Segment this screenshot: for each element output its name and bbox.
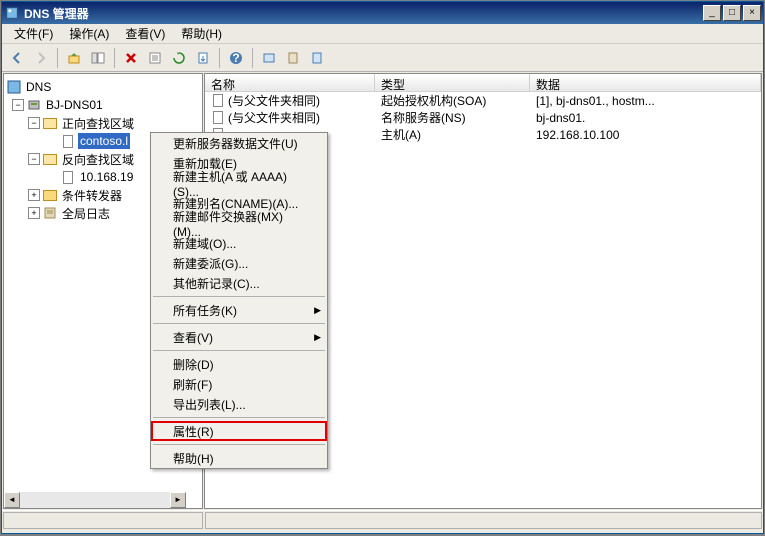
toolbar-separator <box>114 48 115 68</box>
tree-label: 条件转发器 <box>60 186 124 205</box>
ctx-delete[interactable]: 删除(D) <box>151 354 327 374</box>
status-panel-right <box>205 512 762 529</box>
statusbar <box>2 510 763 530</box>
ctx-all-tasks[interactable]: 所有任务(K) <box>151 300 327 320</box>
menu-file[interactable]: 文件(F) <box>6 23 61 44</box>
folder-icon <box>42 151 58 167</box>
minimize-button[interactable]: _ <box>703 5 721 21</box>
export-button[interactable] <box>192 47 214 69</box>
ctx-new-domain[interactable]: 新建域(O)... <box>151 233 327 253</box>
tree-label: 正向查找区域 <box>60 114 136 133</box>
folder-icon <box>42 187 58 203</box>
record-icon <box>211 111 225 125</box>
tree-label-selected: contoso.l <box>78 133 130 149</box>
expander-empty <box>46 171 58 183</box>
list-row[interactable]: (与父文件夹相同) 起始授权机构(SOA) [1], bj-dns01., ho… <box>205 92 761 109</box>
scroll-left-button[interactable]: ◄ <box>4 492 20 508</box>
tool-button-2[interactable] <box>306 47 328 69</box>
toolbar: ? <box>2 44 763 72</box>
toolbar-separator <box>57 48 58 68</box>
menubar: 文件(F) 操作(A) 查看(V) 帮助(H) <box>2 24 763 44</box>
properties-button[interactable] <box>144 47 166 69</box>
tree-label: 反向查找区域 <box>60 150 136 169</box>
expander-icon[interactable]: + <box>28 207 40 219</box>
ctx-help[interactable]: 帮助(H) <box>151 448 327 468</box>
tree-label: DNS <box>24 79 53 95</box>
column-type[interactable]: 类型 <box>375 74 530 91</box>
tool-button-1[interactable] <box>282 47 304 69</box>
filter-button[interactable] <box>258 47 280 69</box>
ctx-new-mx[interactable]: 新建邮件交换器(MX)(M)... <box>151 213 327 233</box>
log-icon <box>42 205 58 221</box>
window-title: DNS 管理器 <box>24 5 701 22</box>
menu-view[interactable]: 查看(V) <box>117 23 173 44</box>
cell-data: bj-dns01. <box>530 110 761 126</box>
tree-label: BJ-DNS01 <box>44 97 105 113</box>
context-menu: 更新服务器数据文件(U) 重新加载(E) 新建主机(A 或 AAAA)(S)..… <box>150 132 328 469</box>
refresh-button[interactable] <box>168 47 190 69</box>
tree-root-dns[interactable]: DNS <box>6 78 200 96</box>
cell-data: 192.168.10.100 <box>530 127 761 143</box>
ctx-other-records[interactable]: 其他新记录(C)... <box>151 273 327 293</box>
record-icon <box>211 94 225 108</box>
ctx-export[interactable]: 导出列表(L)... <box>151 394 327 414</box>
back-button[interactable] <box>6 47 28 69</box>
server-icon <box>26 97 42 113</box>
main-window: DNS 管理器 _ □ × 文件(F) 操作(A) 查看(V) 帮助(H) ? <box>1 1 764 534</box>
ctx-properties[interactable]: 属性(R) <box>151 421 327 441</box>
tree-server[interactable]: − BJ-DNS01 <box>6 96 200 114</box>
toolbar-separator <box>252 48 253 68</box>
zone-icon <box>60 133 76 149</box>
cell-name: (与父文件夹相同) <box>228 92 320 109</box>
scroll-right-button[interactable]: ► <box>170 492 186 508</box>
maximize-button[interactable]: □ <box>723 5 741 21</box>
toolbar-separator <box>219 48 220 68</box>
expander-icon[interactable]: − <box>28 117 40 129</box>
menu-action[interactable]: 操作(A) <box>61 23 117 44</box>
ctx-refresh[interactable]: 刷新(F) <box>151 374 327 394</box>
tree-scrollbar[interactable]: ◄ ► <box>4 492 186 508</box>
status-panel-left <box>3 512 203 529</box>
up-button[interactable] <box>63 47 85 69</box>
expander-icon[interactable]: − <box>28 153 40 165</box>
ctx-new-delegation[interactable]: 新建委派(G)... <box>151 253 327 273</box>
ctx-separator <box>153 350 325 351</box>
ctx-separator <box>153 444 325 445</box>
cell-name: (与父文件夹相同) <box>228 109 320 126</box>
zone-icon <box>60 169 76 185</box>
close-button[interactable]: × <box>743 5 761 21</box>
tree-label: 全局日志 <box>60 204 112 223</box>
list-row[interactable]: (与父文件夹相同) 名称服务器(NS) bj-dns01. <box>205 109 761 126</box>
dns-icon <box>6 79 22 95</box>
expander-icon[interactable]: − <box>12 99 24 111</box>
column-name[interactable]: 名称 <box>205 74 375 91</box>
cell-data: [1], bj-dns01., hostm... <box>530 93 761 109</box>
ctx-view[interactable]: 查看(V) <box>151 327 327 347</box>
forward-button[interactable] <box>30 47 52 69</box>
tree-label: 10.168.19 <box>78 169 135 185</box>
folder-icon <box>42 115 58 131</box>
tree-forward-zone[interactable]: − 正向查找区域 <box>6 114 200 132</box>
ctx-separator <box>153 417 325 418</box>
ctx-new-host[interactable]: 新建主机(A 或 AAAA)(S)... <box>151 173 327 193</box>
show-hide-button[interactable] <box>87 47 109 69</box>
ctx-update-file[interactable]: 更新服务器数据文件(U) <box>151 133 327 153</box>
list-header: 名称 类型 数据 <box>205 74 761 92</box>
expander-empty <box>46 135 58 147</box>
expander-icon[interactable]: + <box>28 189 40 201</box>
menu-help[interactable]: 帮助(H) <box>173 23 230 44</box>
column-data[interactable]: 数据 <box>530 74 761 91</box>
app-icon <box>4 5 20 21</box>
cell-type: 主机(A) <box>375 125 530 143</box>
ctx-separator <box>153 296 325 297</box>
delete-button[interactable] <box>120 47 142 69</box>
svg-text:?: ? <box>232 51 239 65</box>
ctx-separator <box>153 323 325 324</box>
help-button[interactable]: ? <box>225 47 247 69</box>
titlebar[interactable]: DNS 管理器 _ □ × <box>2 2 763 24</box>
client-area: DNS − BJ-DNS01 − 正向查找区域 contoso.l <box>2 72 763 510</box>
